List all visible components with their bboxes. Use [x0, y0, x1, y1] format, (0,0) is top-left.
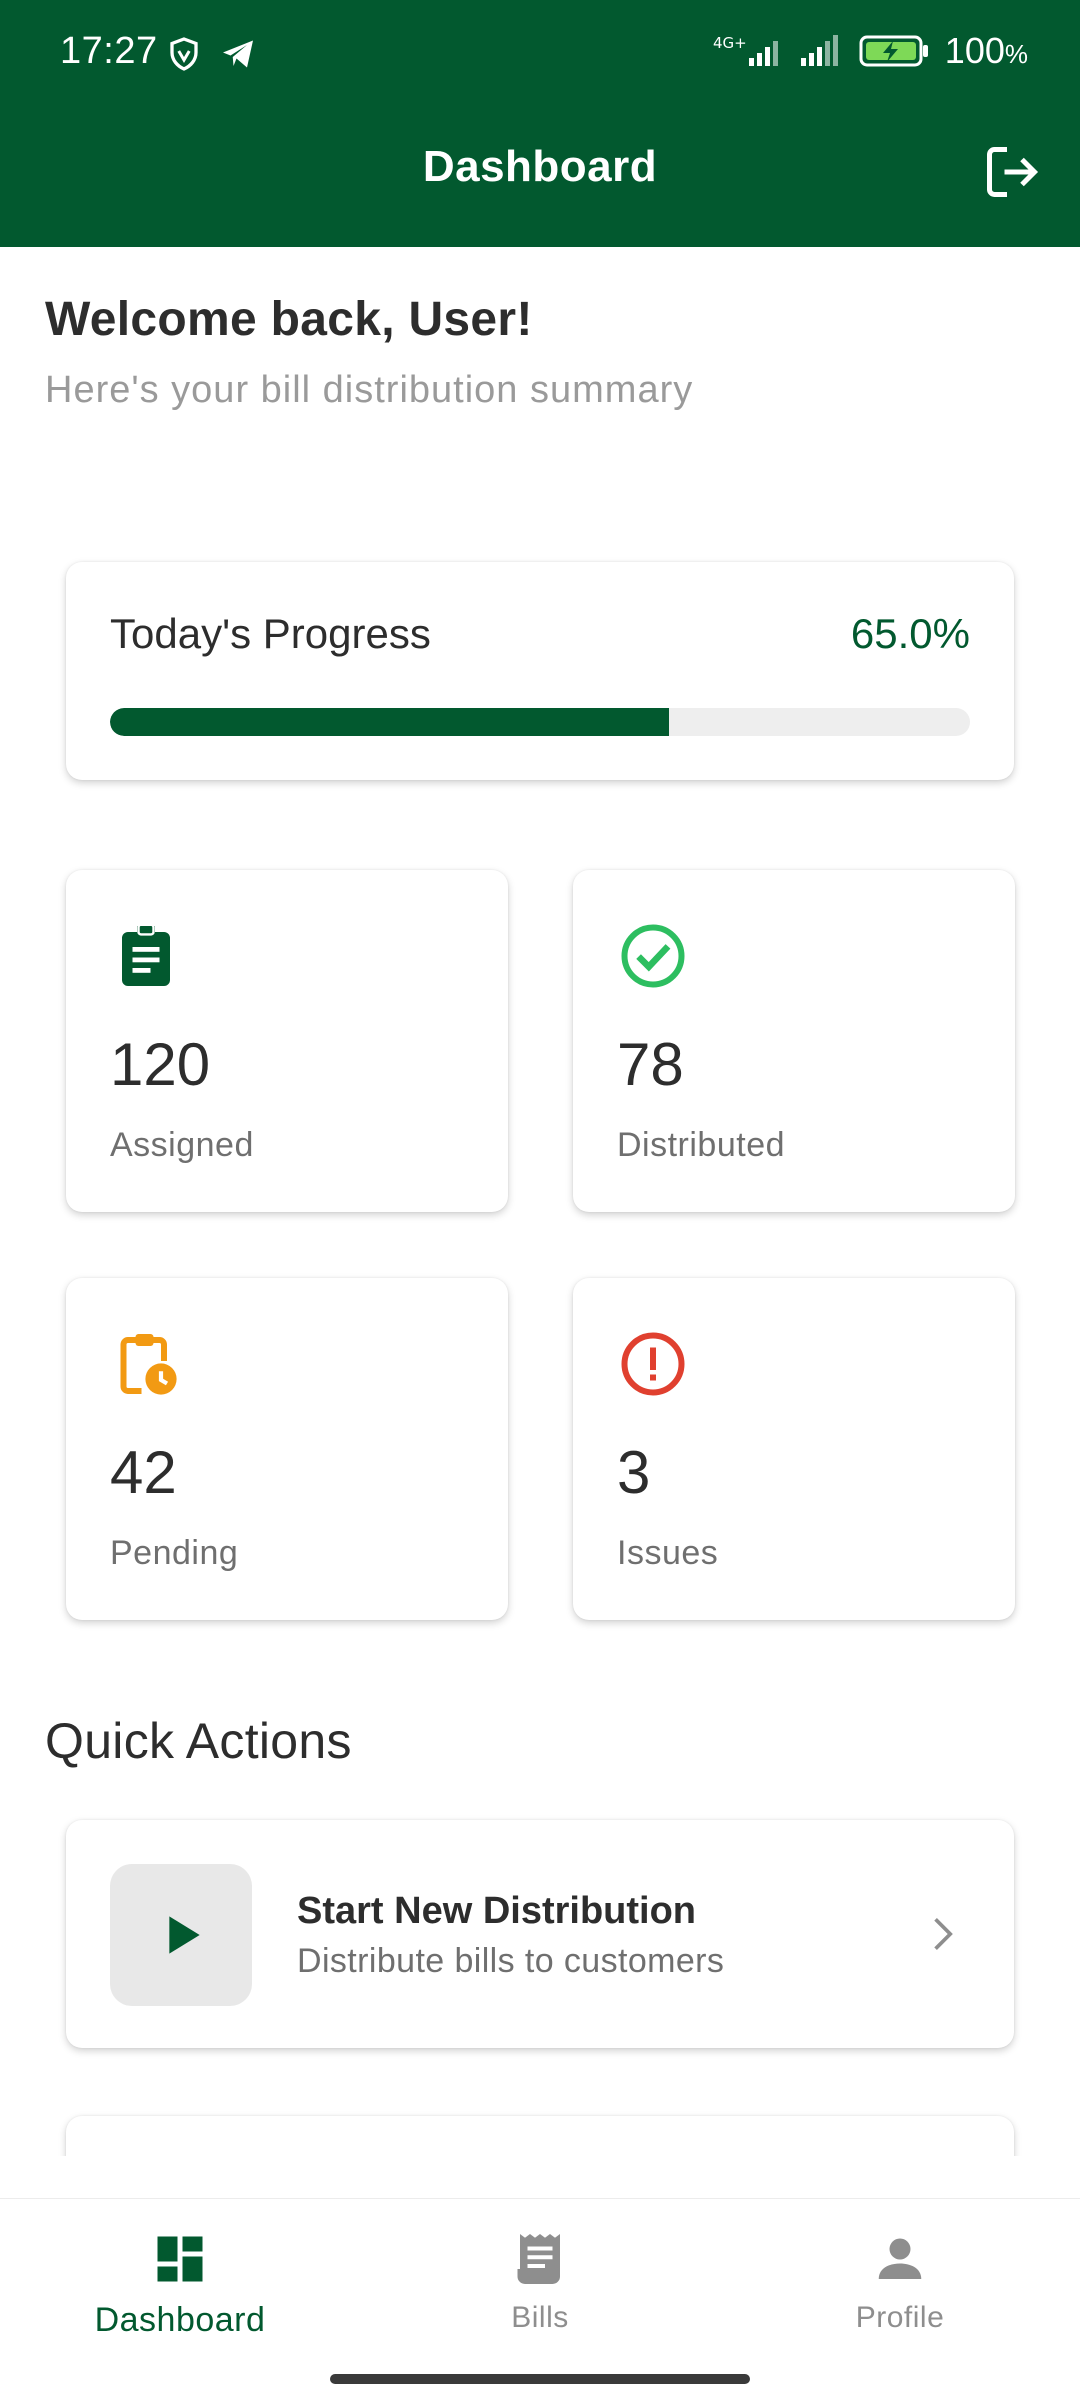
stat-value: 3	[617, 1439, 651, 1506]
dashboard-screen: 17:27 4G+ 100% Dashboard Welcome back, U…	[0, 0, 1080, 2400]
status-notification-icons	[166, 36, 256, 72]
status-time: 17:27	[60, 30, 158, 72]
app-header: 17:27 4G+ 100% Dashboard	[0, 0, 1080, 247]
status-system-icons: 4G+ 100%	[713, 30, 1028, 72]
welcome-subtitle: Here's your bill distribution summary	[45, 369, 694, 411]
progress-bar-fill	[110, 708, 669, 736]
stat-card-issues[interactable]: 3 Issues	[573, 1278, 1015, 1620]
battery-percent: 100%	[945, 30, 1028, 72]
stat-label: Assigned	[110, 1126, 254, 1164]
nav-label: Bills	[511, 2301, 569, 2334]
nav-label: Dashboard	[94, 2301, 266, 2339]
battery-percent-unit: %	[1004, 39, 1028, 69]
receipt-icon	[517, 2234, 560, 2284]
start-distribution-button[interactable]: Start New Distribution Distribute bills …	[66, 1820, 1014, 2048]
progress-label: Today's Progress	[110, 610, 431, 657]
page-title: Dashboard	[422, 142, 658, 191]
nav-label: Profile	[855, 2301, 945, 2334]
stat-label: Pending	[110, 1534, 239, 1572]
stat-value: 120	[110, 1031, 211, 1098]
nav-item-dashboard[interactable]: Dashboard	[0, 2199, 360, 2349]
bottom-nav: Dashboard Bills Profile	[0, 2198, 1080, 2400]
action-title: Start New Distribution	[297, 1890, 697, 1932]
check-circle-icon	[621, 924, 685, 988]
telegram-icon	[223, 40, 253, 68]
play-icon	[169, 1916, 200, 1954]
progress-card: Today's Progress 65.0%	[66, 562, 1014, 780]
stat-value: 42	[110, 1439, 177, 1506]
clipboard-icon	[122, 923, 170, 986]
dashboard-icon	[157, 2236, 203, 2282]
stat-label: Issues	[617, 1534, 719, 1572]
stat-value: 78	[617, 1031, 684, 1098]
logout-button[interactable]	[980, 140, 1044, 204]
stat-card-pending[interactable]: 42 Pending	[66, 1278, 508, 1620]
clipboard-clock-icon	[120, 1334, 177, 1395]
nav-item-bills[interactable]: Bills	[360, 2199, 720, 2349]
battery-charging-icon	[859, 35, 928, 67]
nav-item-profile[interactable]: Profile	[720, 2199, 1080, 2349]
signal-icon	[800, 35, 838, 66]
signal-4g-icon: 4G+	[713, 34, 778, 66]
chevron-right-icon	[934, 1918, 953, 1950]
action-icon-box	[110, 1864, 252, 2006]
person-icon	[878, 2238, 922, 2279]
error-circle-icon	[621, 1332, 685, 1396]
stat-card-distributed[interactable]: 78 Distributed	[573, 870, 1015, 1212]
progress-bar	[110, 708, 970, 736]
welcome-section: Welcome back, User! Here's your bill dis…	[45, 292, 693, 412]
progress-percent: 65.0%	[850, 610, 970, 657]
action-subtitle: Distribute bills to customers	[297, 1942, 725, 1980]
status-bar: 17:27 4G+ 100%	[0, 0, 1080, 110]
vpn-shield-icon	[170, 37, 198, 71]
logout-icon	[987, 147, 1039, 197]
battery-percent-value: 100	[944, 30, 1005, 71]
stat-label: Distributed	[617, 1126, 786, 1164]
home-indicator[interactable]	[330, 2374, 750, 2384]
stat-card-assigned[interactable]: 120 Assigned	[66, 870, 508, 1212]
network-type-text: 4G+	[713, 34, 747, 52]
welcome-heading: Welcome back, User!	[45, 293, 533, 346]
quick-actions-title: Quick Actions	[45, 1713, 352, 1769]
